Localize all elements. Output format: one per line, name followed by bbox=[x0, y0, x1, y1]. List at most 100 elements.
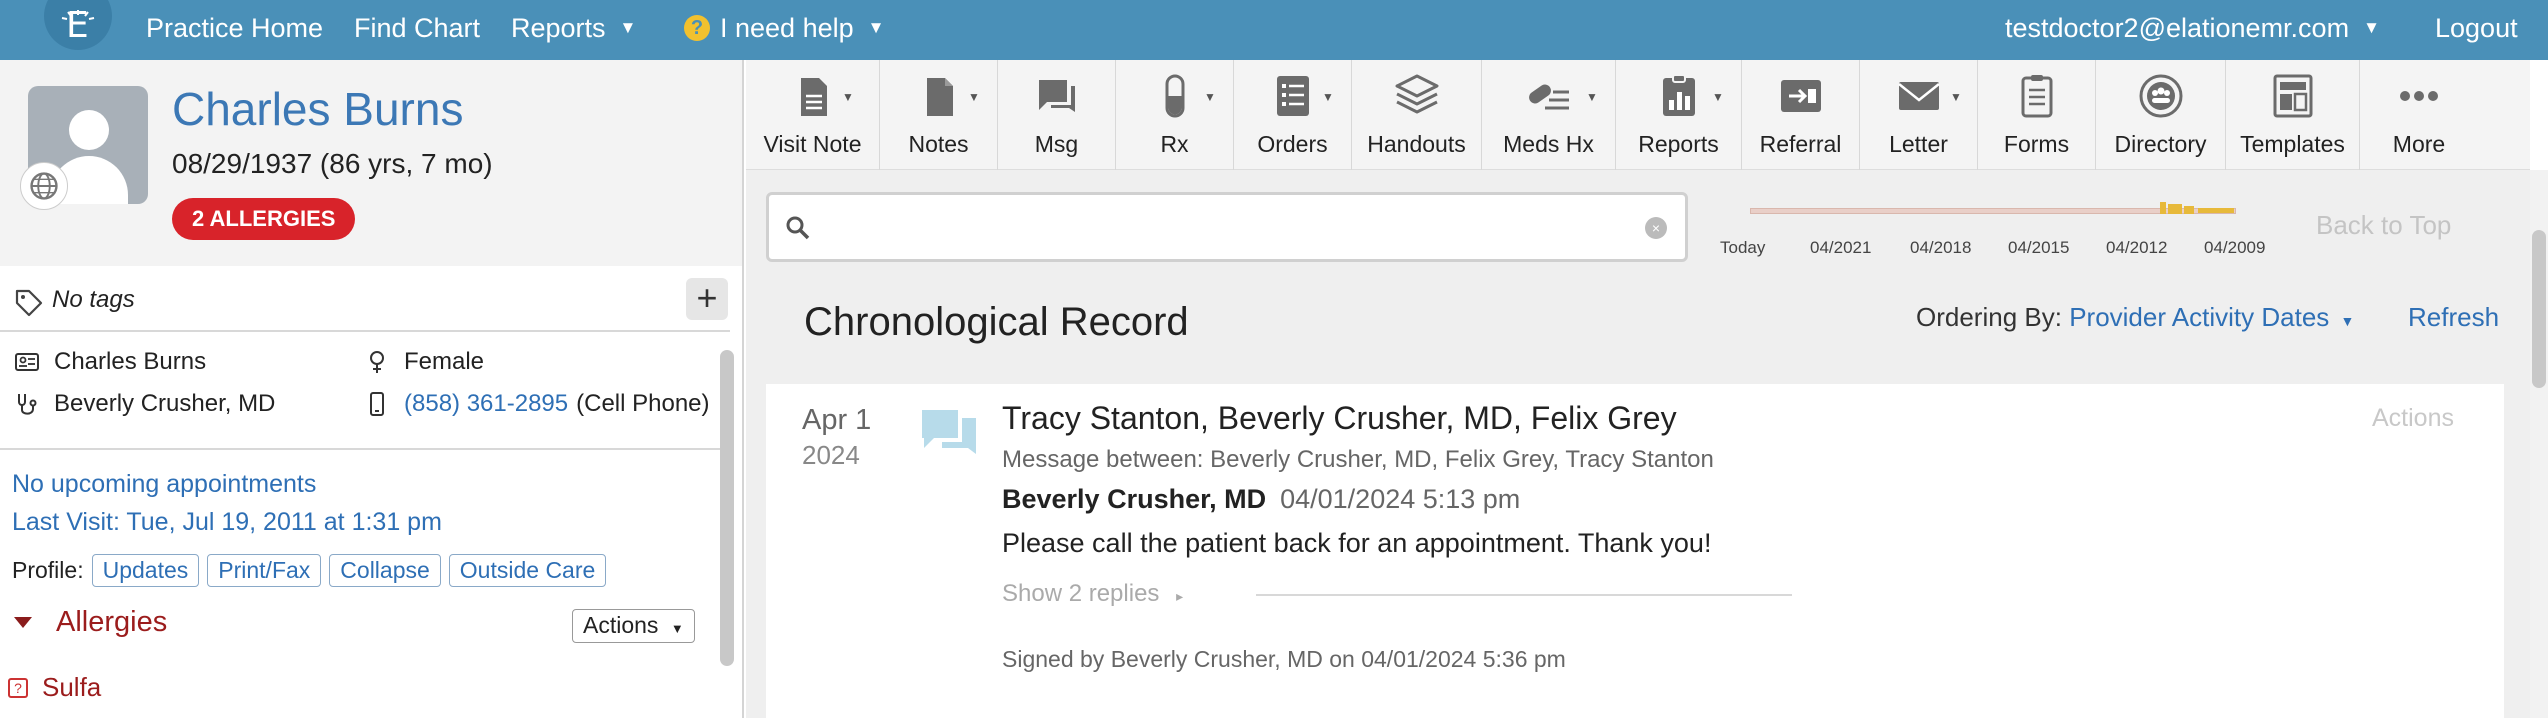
timeline-activity-mark bbox=[2198, 208, 2234, 213]
add-tag-button[interactable]: + bbox=[686, 278, 728, 320]
toolbar-more[interactable]: More bbox=[2360, 60, 2478, 170]
entry-sent-time: 04/01/2024 5:13 pm bbox=[1280, 484, 1521, 514]
allergies-actions-label: Actions bbox=[583, 612, 659, 638]
templates-icon bbox=[2273, 74, 2312, 118]
toolbar-rx[interactable]: ▼ Rx bbox=[1116, 60, 1234, 170]
nav-help-menu[interactable]: ? I need help ▼ bbox=[684, 0, 884, 56]
chevron-down-icon: ▼ bbox=[1204, 90, 1216, 104]
collapse-triangle-icon bbox=[14, 617, 32, 628]
profile-collapse-button[interactable]: Collapse bbox=[329, 554, 441, 587]
nav-practice-home-label: Practice Home bbox=[146, 12, 324, 43]
info-sex: Female bbox=[364, 348, 484, 376]
logout-link[interactable]: Logout bbox=[2435, 0, 2518, 56]
chart-search-input[interactable] bbox=[821, 203, 1621, 251]
profile-updates-button[interactable]: Updates bbox=[91, 554, 200, 587]
female-icon bbox=[370, 351, 384, 373]
allergies-actions-button[interactable]: Actions ▼ bbox=[572, 609, 695, 643]
entry-message-body: Please call the patient back for an appo… bbox=[1002, 528, 1712, 558]
last-visit-link[interactable]: Last Visit: Tue, Jul 19, 2011 at 1:31 pm bbox=[12, 508, 442, 537]
main-scrollbar-track bbox=[2530, 170, 2548, 718]
nav-reports-menu[interactable]: Reports ▼ bbox=[511, 0, 636, 56]
user-menu[interactable]: testdoctor2@elationemr.com ▼ bbox=[2005, 0, 2380, 56]
toolbar-handouts[interactable]: Handouts bbox=[1352, 60, 1482, 170]
toolbar-more-label: More bbox=[2392, 131, 2446, 157]
chevron-down-icon: ▼ bbox=[1322, 90, 1334, 104]
toolbar-templates-label: Templates bbox=[2240, 131, 2345, 157]
record-entry-card[interactable]: Apr 1 2024 Tracy Stanton, Beverly Crushe… bbox=[766, 384, 2504, 718]
chevron-down-icon: ▼ bbox=[670, 621, 684, 636]
chevron-down-icon: ▼ bbox=[842, 90, 854, 104]
toolbar-reports-label: Reports bbox=[1638, 131, 1719, 157]
allergy-item-label: Sulfa bbox=[42, 672, 102, 702]
message-icon bbox=[1038, 80, 1075, 112]
replies-divider bbox=[1256, 594, 1792, 596]
toolbar-notes[interactable]: ▼ Notes bbox=[880, 60, 998, 170]
show-replies-label: Show 2 replies bbox=[1002, 580, 1160, 607]
entry-actions-link[interactable]: Actions bbox=[2372, 404, 2454, 433]
allergy-count-badge[interactable]: 2 ALLERGIES bbox=[172, 198, 356, 240]
nav-find-chart[interactable]: Find Chart bbox=[354, 0, 480, 56]
timeline-label: 04/2009 bbox=[2204, 238, 2266, 257]
clear-search-icon[interactable]: × bbox=[1645, 217, 1667, 239]
toolbar-directory[interactable]: Directory bbox=[2096, 60, 2226, 170]
toolbar-letter-label: Letter bbox=[1889, 131, 1948, 157]
sidebar-scrollbar[interactable] bbox=[720, 350, 734, 666]
allergy-severity-icon: ? bbox=[8, 677, 28, 698]
entry-message-between: Message between: Beverly Crusher, MD, Fe… bbox=[1002, 446, 1714, 473]
chevron-down-icon: ▼ bbox=[2340, 313, 2355, 329]
nav-practice-home[interactable]: Practice Home bbox=[146, 0, 323, 56]
user-email: testdoctor2@elationemr.com bbox=[2005, 12, 2350, 43]
profile-outside-care-button[interactable]: Outside Care bbox=[448, 554, 607, 587]
chevron-down-icon: ▼ bbox=[619, 18, 637, 37]
toolbar-msg[interactable]: Msg bbox=[998, 60, 1116, 170]
toolbar-reports[interactable]: ▼ Reports bbox=[1616, 60, 1742, 170]
info-provider-value: Beverly Crusher, MD bbox=[54, 390, 276, 417]
show-replies-toggle[interactable]: Show 2 replies ▸ bbox=[1002, 580, 1183, 608]
nav-find-chart-label: Find Chart bbox=[354, 12, 481, 43]
help-icon: ? bbox=[684, 15, 710, 41]
phone-link[interactable]: (858) 361-2895 bbox=[404, 390, 568, 418]
toolbar-orders-label: Orders bbox=[1257, 131, 1328, 157]
allergies-section-toggle[interactable]: Allergies bbox=[14, 606, 167, 639]
toolbar-referral[interactable]: Referral bbox=[1742, 60, 1860, 170]
toolbar-templates[interactable]: Templates bbox=[2226, 60, 2360, 170]
toolbar-visit-note[interactable]: ▼ Visit Note bbox=[746, 60, 880, 170]
top-navigation-bar: E Practice Home Find Chart Reports ▼ ? I… bbox=[0, 0, 2548, 60]
handouts-icon bbox=[1395, 74, 1438, 114]
main-scrollbar-thumb[interactable] bbox=[2532, 230, 2546, 388]
back-to-top-link[interactable]: Back to Top bbox=[2316, 210, 2451, 241]
toolbar-orders[interactable]: ▼ Orders bbox=[1234, 60, 1352, 170]
directory-icon bbox=[2139, 74, 2182, 118]
referral-icon bbox=[1780, 80, 1821, 112]
elation-logo[interactable]: E bbox=[44, 0, 112, 50]
ordering-value[interactable]: Provider Activity Dates bbox=[2069, 302, 2329, 332]
entry-participants[interactable]: Tracy Stanton, Beverly Crusher, MD, Feli… bbox=[1002, 400, 1677, 437]
reports-icon bbox=[1662, 74, 1695, 116]
visit-note-icon bbox=[800, 78, 827, 116]
ordering-selector[interactable]: Ordering By: Provider Activity Dates ▼ bbox=[1916, 302, 2354, 333]
toolbar-meds-hx[interactable]: ▼ Meds Hx bbox=[1482, 60, 1616, 170]
profile-label: Profile: bbox=[12, 557, 84, 583]
globe-icon[interactable] bbox=[20, 162, 68, 210]
chevron-down-icon: ▼ bbox=[1712, 90, 1724, 104]
refresh-link[interactable]: Refresh bbox=[2408, 302, 2499, 333]
patient-header: Charles Burns 08/29/1937 (86 yrs, 7 mo) … bbox=[0, 60, 742, 266]
info-sex-value: Female bbox=[404, 348, 485, 375]
info-patient-name: Charles Burns bbox=[14, 348, 206, 376]
tags-text: No tags bbox=[52, 286, 135, 313]
toolbar-referral-label: Referral bbox=[1759, 131, 1842, 157]
allergies-title: Allergies bbox=[56, 606, 168, 638]
entry-signed-by: Signed by Beverly Crusher, MD on 04/01/2… bbox=[1002, 646, 1566, 672]
upcoming-appointments-link[interactable]: No upcoming appointments bbox=[12, 470, 316, 499]
toolbar-letter[interactable]: ▼ Letter bbox=[1860, 60, 1978, 170]
toolbar-handouts-label: Handouts bbox=[1367, 131, 1466, 157]
toolbar-forms[interactable]: Forms bbox=[1978, 60, 2096, 170]
toolbar-msg-label: Msg bbox=[1034, 131, 1079, 157]
allergy-item[interactable]: ? Sulfa bbox=[8, 672, 101, 703]
info-name-value: Charles Burns bbox=[54, 348, 207, 375]
timeline-bar[interactable] bbox=[1740, 202, 2240, 216]
id-card-icon bbox=[15, 353, 39, 371]
logout-label: Logout bbox=[2435, 12, 2518, 43]
profile-print-fax-button[interactable]: Print/Fax bbox=[207, 554, 322, 587]
toolbar-meds-hx-label: Meds Hx bbox=[1503, 131, 1594, 157]
